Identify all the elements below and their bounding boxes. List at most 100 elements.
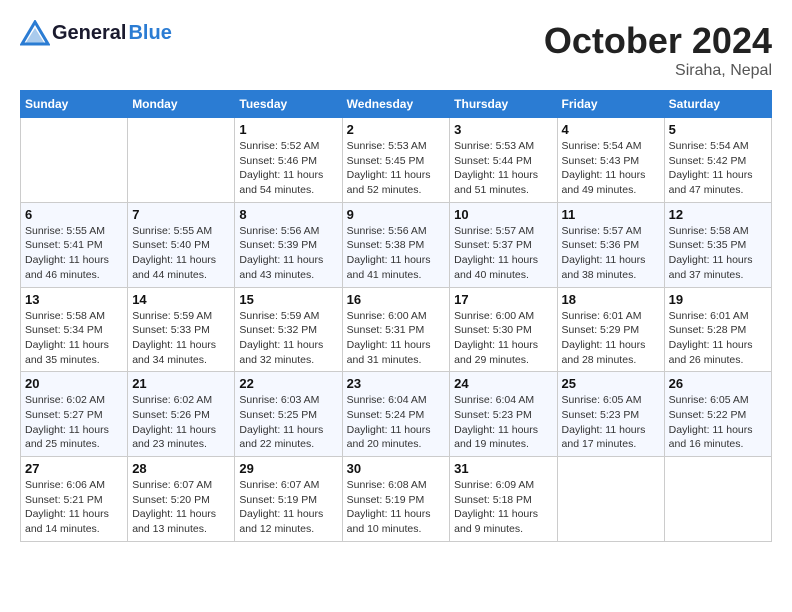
day-info: Sunrise: 6:03 AM Sunset: 5:25 PM Dayligh… [239, 393, 337, 452]
day-number: 30 [347, 461, 446, 476]
day-number: 31 [454, 461, 552, 476]
day-info: Sunrise: 6:07 AM Sunset: 5:19 PM Dayligh… [239, 478, 337, 537]
weekday-header-thursday: Thursday [450, 91, 557, 118]
day-number: 19 [669, 292, 767, 307]
day-info: Sunrise: 6:02 AM Sunset: 5:26 PM Dayligh… [132, 393, 230, 452]
day-info: Sunrise: 6:01 AM Sunset: 5:28 PM Dayligh… [669, 309, 767, 368]
day-info: Sunrise: 5:52 AM Sunset: 5:46 PM Dayligh… [239, 139, 337, 198]
day-number: 17 [454, 292, 552, 307]
calendar-cell: 10 Sunrise: 5:57 AM Sunset: 5:37 PM Dayli… [450, 202, 557, 287]
weekday-header-sunday: Sunday [21, 91, 128, 118]
location-subtitle: Siraha, Nepal [544, 62, 772, 80]
day-info: Sunrise: 6:00 AM Sunset: 5:31 PM Dayligh… [347, 309, 446, 368]
calendar-cell: 3 Sunrise: 5:53 AM Sunset: 5:44 PM Daylig… [450, 118, 557, 203]
day-number: 6 [25, 207, 123, 222]
day-number: 18 [562, 292, 660, 307]
day-info: Sunrise: 6:07 AM Sunset: 5:20 PM Dayligh… [132, 478, 230, 537]
calendar-cell: 11Sunrise: 5:57 AM Sunset: 5:36 PM Dayli… [557, 202, 664, 287]
calendar-cell: 18 Sunrise: 6:01 AM Sunset: 5:29 PM Dayli… [557, 287, 664, 372]
logo-icon [20, 20, 50, 46]
calendar-cell: 30 Sunrise: 6:08 AM Sunset: 5:19 PM Dayli… [342, 457, 450, 542]
day-info: Sunrise: 5:56 AM Sunset: 5:39 PM Dayligh… [239, 224, 337, 283]
calendar-week-row: 27Sunrise: 6:06 AM Sunset: 5:21 PM Dayli… [21, 457, 772, 542]
day-info: Sunrise: 5:57 AM Sunset: 5:37 PM Dayligh… [454, 224, 552, 283]
calendar-cell: 31 Sunrise: 6:09 AM Sunset: 5:18 PM Dayli… [450, 457, 557, 542]
day-number: 28 [132, 461, 230, 476]
day-info: Sunrise: 6:05 AM Sunset: 5:22 PM Dayligh… [669, 393, 767, 452]
day-number: 13 [25, 292, 123, 307]
calendar-cell: 4 Sunrise: 5:54 AM Sunset: 5:43 PM Daylig… [557, 118, 664, 203]
day-info: Sunrise: 5:53 AM Sunset: 5:44 PM Dayligh… [454, 139, 552, 198]
calendar-cell: 7Sunrise: 5:55 AM Sunset: 5:40 PM Daylig… [128, 202, 235, 287]
calendar-cell [128, 118, 235, 203]
calendar-cell: 27Sunrise: 6:06 AM Sunset: 5:21 PM Dayli… [21, 457, 128, 542]
day-info: Sunrise: 5:59 AM Sunset: 5:32 PM Dayligh… [239, 309, 337, 368]
day-number: 26 [669, 376, 767, 391]
day-info: Sunrise: 6:00 AM Sunset: 5:30 PM Dayligh… [454, 309, 552, 368]
weekday-header-wednesday: Wednesday [342, 91, 450, 118]
day-info: Sunrise: 5:58 AM Sunset: 5:35 PM Dayligh… [669, 224, 767, 283]
day-number: 5 [669, 122, 767, 137]
day-number: 1 [239, 122, 337, 137]
day-info: Sunrise: 5:58 AM Sunset: 5:34 PM Dayligh… [25, 309, 123, 368]
day-number: 3 [454, 122, 552, 137]
day-info: Sunrise: 5:55 AM Sunset: 5:41 PM Dayligh… [25, 224, 123, 283]
day-info: Sunrise: 5:54 AM Sunset: 5:43 PM Dayligh… [562, 139, 660, 198]
weekday-header-friday: Friday [557, 91, 664, 118]
calendar-cell: 29 Sunrise: 6:07 AM Sunset: 5:19 PM Dayli… [235, 457, 342, 542]
day-number: 25 [562, 376, 660, 391]
calendar-cell: 28 Sunrise: 6:07 AM Sunset: 5:20 PM Dayli… [128, 457, 235, 542]
calendar-cell: 5 Sunrise: 5:54 AM Sunset: 5:42 PM Daylig… [664, 118, 771, 203]
day-number: 22 [239, 376, 337, 391]
day-info: Sunrise: 5:56 AM Sunset: 5:38 PM Dayligh… [347, 224, 446, 283]
calendar-cell: 20Sunrise: 6:02 AM Sunset: 5:27 PM Dayli… [21, 372, 128, 457]
calendar-cell: 15 Sunrise: 5:59 AM Sunset: 5:32 PM Dayli… [235, 287, 342, 372]
calendar-cell [21, 118, 128, 203]
month-title: October 2024 [544, 20, 772, 62]
day-number: 24 [454, 376, 552, 391]
day-number: 10 [454, 207, 552, 222]
calendar-cell: 9 Sunrise: 5:56 AM Sunset: 5:38 PM Daylig… [342, 202, 450, 287]
calendar-cell: 14Sunrise: 5:59 AM Sunset: 5:33 PM Dayli… [128, 287, 235, 372]
calendar-cell: 2Sunrise: 5:53 AM Sunset: 5:45 PM Daylig… [342, 118, 450, 203]
day-number: 15 [239, 292, 337, 307]
logo-general: General [52, 22, 126, 45]
day-number: 2 [347, 122, 446, 137]
calendar-cell: 19 Sunrise: 6:01 AM Sunset: 5:28 PM Dayli… [664, 287, 771, 372]
calendar-header-row: SundayMondayTuesdayWednesdayThursdayFrid… [21, 91, 772, 118]
day-number: 8 [239, 207, 337, 222]
day-number: 20 [25, 376, 123, 391]
day-number: 29 [239, 461, 337, 476]
calendar-week-row: 13 Sunrise: 5:58 AM Sunset: 5:34 PM Dayli… [21, 287, 772, 372]
day-number: 21 [132, 376, 230, 391]
calendar-cell [664, 457, 771, 542]
calendar-cell: 24Sunrise: 6:04 AM Sunset: 5:23 PM Dayli… [450, 372, 557, 457]
calendar-cell: 17 Sunrise: 6:00 AM Sunset: 5:30 PM Dayli… [450, 287, 557, 372]
calendar-cell: 21 Sunrise: 6:02 AM Sunset: 5:26 PM Dayli… [128, 372, 235, 457]
day-number: 12 [669, 207, 767, 222]
calendar-week-row: 1 Sunrise: 5:52 AM Sunset: 5:46 PM Daylig… [21, 118, 772, 203]
day-info: Sunrise: 5:54 AM Sunset: 5:42 PM Dayligh… [669, 139, 767, 198]
day-info: Sunrise: 6:05 AM Sunset: 5:23 PM Dayligh… [562, 393, 660, 452]
calendar-cell: 23 Sunrise: 6:04 AM Sunset: 5:24 PM Dayli… [342, 372, 450, 457]
calendar-cell: 6 Sunrise: 5:55 AM Sunset: 5:41 PM Daylig… [21, 202, 128, 287]
logo-blue-text: Blue [128, 22, 171, 45]
day-number: 4 [562, 122, 660, 137]
day-info: Sunrise: 5:57 AM Sunset: 5:36 PM Dayligh… [562, 224, 660, 283]
day-info: Sunrise: 6:01 AM Sunset: 5:29 PM Dayligh… [562, 309, 660, 368]
weekday-header-saturday: Saturday [664, 91, 771, 118]
day-info: Sunrise: 6:09 AM Sunset: 5:18 PM Dayligh… [454, 478, 552, 537]
day-info: Sunrise: 5:59 AM Sunset: 5:33 PM Dayligh… [132, 309, 230, 368]
logo: GeneralBlue [20, 20, 172, 46]
calendar-cell: 25 Sunrise: 6:05 AM Sunset: 5:23 PM Dayli… [557, 372, 664, 457]
calendar-cell: 16Sunrise: 6:00 AM Sunset: 5:31 PM Dayli… [342, 287, 450, 372]
day-info: Sunrise: 6:08 AM Sunset: 5:19 PM Dayligh… [347, 478, 446, 537]
weekday-header-monday: Monday [128, 91, 235, 118]
day-info: Sunrise: 6:04 AM Sunset: 5:24 PM Dayligh… [347, 393, 446, 452]
calendar-table: SundayMondayTuesdayWednesdayThursdayFrid… [20, 90, 772, 542]
day-number: 9 [347, 207, 446, 222]
day-number: 23 [347, 376, 446, 391]
calendar-cell: 12 Sunrise: 5:58 AM Sunset: 5:35 PM Dayli… [664, 202, 771, 287]
page-header: GeneralBlue October 2024 Siraha, Nepal [20, 20, 772, 80]
day-info: Sunrise: 6:06 AM Sunset: 5:21 PM Dayligh… [25, 478, 123, 537]
